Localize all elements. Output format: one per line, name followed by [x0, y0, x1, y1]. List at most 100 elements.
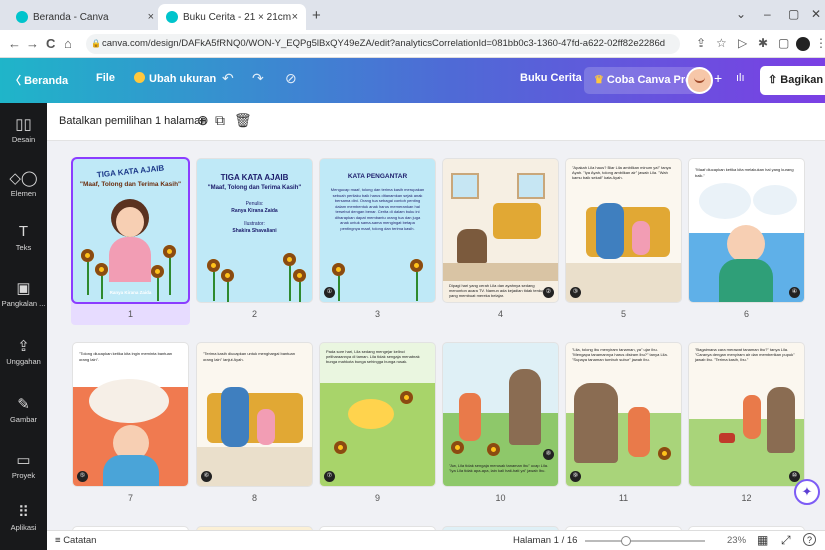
new-tab-icon[interactable]: + [312, 7, 321, 24]
zoom-slider[interactable] [585, 536, 705, 546]
page-badge: ⑥ [201, 471, 212, 482]
forward-icon[interactable]: → [26, 36, 39, 51]
deselect-label[interactable]: Batalkan pemilihan 1 halaman [59, 115, 206, 127]
zoom-level[interactable]: 23% [727, 535, 746, 546]
try-pro-button[interactable]: ♛ Coba Canva Pro [584, 67, 702, 94]
save-status-icon[interactable]: ⊘ [285, 70, 297, 87]
rail-item-proyek[interactable]: ▭ Proyek [0, 451, 47, 480]
maximize-icon[interactable]: ▢ [788, 7, 799, 21]
page-thumbnail[interactable]: "Maaf diucapkan ketika kita melakukan ha… [689, 159, 804, 302]
rail-label: Gambar [9, 415, 38, 424]
analytics-icon[interactable]: ılı [736, 72, 745, 84]
rail-label: Unggahan [6, 357, 41, 366]
girl-fallen-illustration [348, 399, 394, 429]
magic-assistant-button[interactable]: ✦ [794, 479, 820, 505]
tab-title: Beranda - Canva [33, 11, 109, 23]
page-thumbnail[interactable]: TIGA KATA AJAIB "Maaf, Tolong dan Terima… [197, 159, 312, 302]
home-icon[interactable]: ⌂ [64, 36, 72, 51]
profile-icon[interactable] [796, 37, 810, 51]
file-menu-button[interactable]: File [96, 72, 115, 84]
close-window-icon[interactable]: ✕ [811, 7, 821, 21]
avatar[interactable] [686, 67, 713, 94]
notes-button[interactable]: ≡ Catatan [55, 535, 96, 546]
page-caption: "Aw, Lila tidak sengaja merusak tanaman … [449, 463, 549, 473]
resize-button[interactable]: Ubah ukuran [134, 72, 216, 85]
reload-icon[interactable]: C [46, 36, 55, 51]
rail-item-elemen[interactable]: ◇◯ Elemen [0, 169, 47, 198]
page-title: TIGA KATA AJAIB [220, 173, 289, 182]
side-panel-icon[interactable]: ▢ [778, 36, 789, 50]
page-title: TIGA KATA AJAIB [96, 163, 165, 180]
browser-tab-bar: Beranda - Canva × Buku Cerita - 21 × 21c… [0, 0, 825, 30]
rail-item-aplikasi[interactable]: ⠿ Aplikasi [0, 503, 47, 532]
add-page-icon[interactable]: ⊕ [197, 112, 209, 129]
page-caption: "Tolong diucapkan ketika kita ingin memi… [79, 351, 173, 362]
address-bar[interactable]: 🔒 canva.com/design/DAFkA5fRNQ0/WON-Y_EQP… [86, 34, 680, 54]
rail-item-unggahan[interactable]: ⇪ Unggahan [0, 337, 47, 366]
page-thumbnail[interactable]: "Aw, Lila tidak sengaja merusak tanaman … [443, 343, 558, 486]
page-caption: "Maaf diucapkan ketika kita melakukan ha… [695, 167, 794, 178]
trash-icon[interactable]: 🗑 [234, 112, 252, 129]
tab-search-icon[interactable]: ⌄ [736, 7, 746, 21]
page-number: 11 [618, 493, 629, 503]
back-home-button[interactable]: 〈 Beranda [10, 72, 68, 88]
redo-icon[interactable]: ↷ [252, 70, 264, 87]
sunflower-illustration [293, 269, 306, 282]
sunflower-illustration [151, 265, 164, 278]
add-collaborator-icon[interactable]: + [714, 70, 722, 86]
sunflower-illustration [95, 263, 108, 276]
undo-icon[interactable]: ↶ [222, 70, 234, 87]
page-thumbnail[interactable]: "Bagaimana cara merawat tanaman ibu?" ta… [689, 343, 804, 486]
page-author: Ranya Kirana Zaida [109, 290, 152, 295]
grid-view-icon[interactable]: ▦ [757, 533, 768, 547]
page-indicator[interactable]: Halaman 1 / 16 [513, 535, 577, 546]
side-panel-rail: ▯▯ Desain ◇◯ Elemen T Teks ▣ Pangkalan ... ⇪… [0, 103, 47, 550]
page-caption: Pada sore hari, Lila sedang mengejar kel… [326, 349, 420, 364]
selection-toolbar: Batalkan pemilihan 1 halaman ⊕ ⧉ 🗑 [47, 103, 825, 141]
rail-item-teks[interactable]: T Teks [0, 223, 47, 252]
rail-item-pangkalan[interactable]: ▣ Pangkalan ... [0, 279, 47, 308]
rail-label: Proyek [11, 471, 36, 480]
fullscreen-icon[interactable]: ⤢ [781, 533, 791, 548]
girl-illustration [743, 395, 761, 439]
page-thumbnail[interactable]: KATA PENGANTAR Mengucap maaf, tolong dan… [320, 159, 435, 302]
document-title[interactable]: Buku Cerita [520, 72, 582, 84]
page-thumbnail[interactable]: "Terima kasih diucapkan untuk menghargai… [197, 343, 312, 486]
browser-toolbar: ← → C ⌂ 🔒 canva.com/design/DAFkA5fRNQ0/W… [0, 30, 825, 58]
browser-menu-icon[interactable]: ⋮ [815, 36, 825, 50]
page-thumbnail[interactable]: Pada sore hari, Lila sedang mengejar kel… [320, 343, 435, 486]
page-thumbnail[interactable]: TIGA KATA AJAIB "Maaf, Tolong dan Terima… [73, 159, 188, 302]
sunflower-illustration [658, 447, 671, 460]
page-number: 4 [497, 309, 503, 319]
share-page-icon[interactable]: ⇪ [696, 36, 706, 50]
page-number: 8 [251, 493, 257, 503]
page-thumbnail[interactable]: "Apakah Lila haus? Biar Lila ambilkan mi… [566, 159, 681, 302]
page-thumbnail[interactable]: "Lila, tolong ibu menyiram tanaman, ya" … [566, 343, 681, 486]
share-button[interactable]: ⇧ Bagikan [760, 66, 825, 95]
back-icon[interactable]: ← [8, 36, 21, 51]
duplicate-icon[interactable]: ⧉ [215, 112, 225, 129]
crown-icon [134, 72, 145, 83]
zoom-slider-thumb[interactable] [621, 536, 631, 546]
page-caption: "Lila, tolong ibu menyiram tanaman, ya" … [572, 347, 668, 362]
media-control-icon[interactable]: ▷ [738, 36, 747, 50]
browser-tab-buku-cerita[interactable]: Buku Cerita - 21 × 21cm × [158, 4, 306, 30]
close-tab-icon[interactable]: × [148, 11, 154, 23]
page-number: 1 [127, 309, 133, 319]
page-thumbnail[interactable]: "Tolong diucapkan ketika kita ingin memi… [73, 343, 188, 486]
bottom-bar: ≡ Catatan Halaman 1 / 16 23% ▦ ⤢ ? [47, 530, 825, 550]
rail-item-desain[interactable]: ▯▯ Desain [0, 115, 47, 144]
rail-item-gambar[interactable]: ✎ Gambar [0, 395, 47, 424]
minimize-icon[interactable]: – [764, 7, 771, 21]
sunflower-illustration [487, 443, 500, 456]
close-tab-icon[interactable]: × [292, 11, 298, 23]
extensions-icon[interactable]: ✱ [758, 36, 768, 50]
help-icon[interactable]: ? [803, 533, 816, 546]
page-caption: "Bagaimana cara merawat tanaman ibu?" ta… [695, 347, 795, 362]
page-body: Mengucap maaf, tolong dan terima kasih m… [330, 187, 425, 231]
sofa-illustration [493, 203, 541, 239]
folder-icon: ▭ [16, 452, 31, 469]
bookmark-star-icon[interactable]: ☆ [716, 36, 727, 50]
page-thumbnail[interactable]: Dipagi hari yang cerah Lila dan ayahnya … [443, 159, 558, 302]
upload-icon: ⇧ [768, 74, 781, 86]
